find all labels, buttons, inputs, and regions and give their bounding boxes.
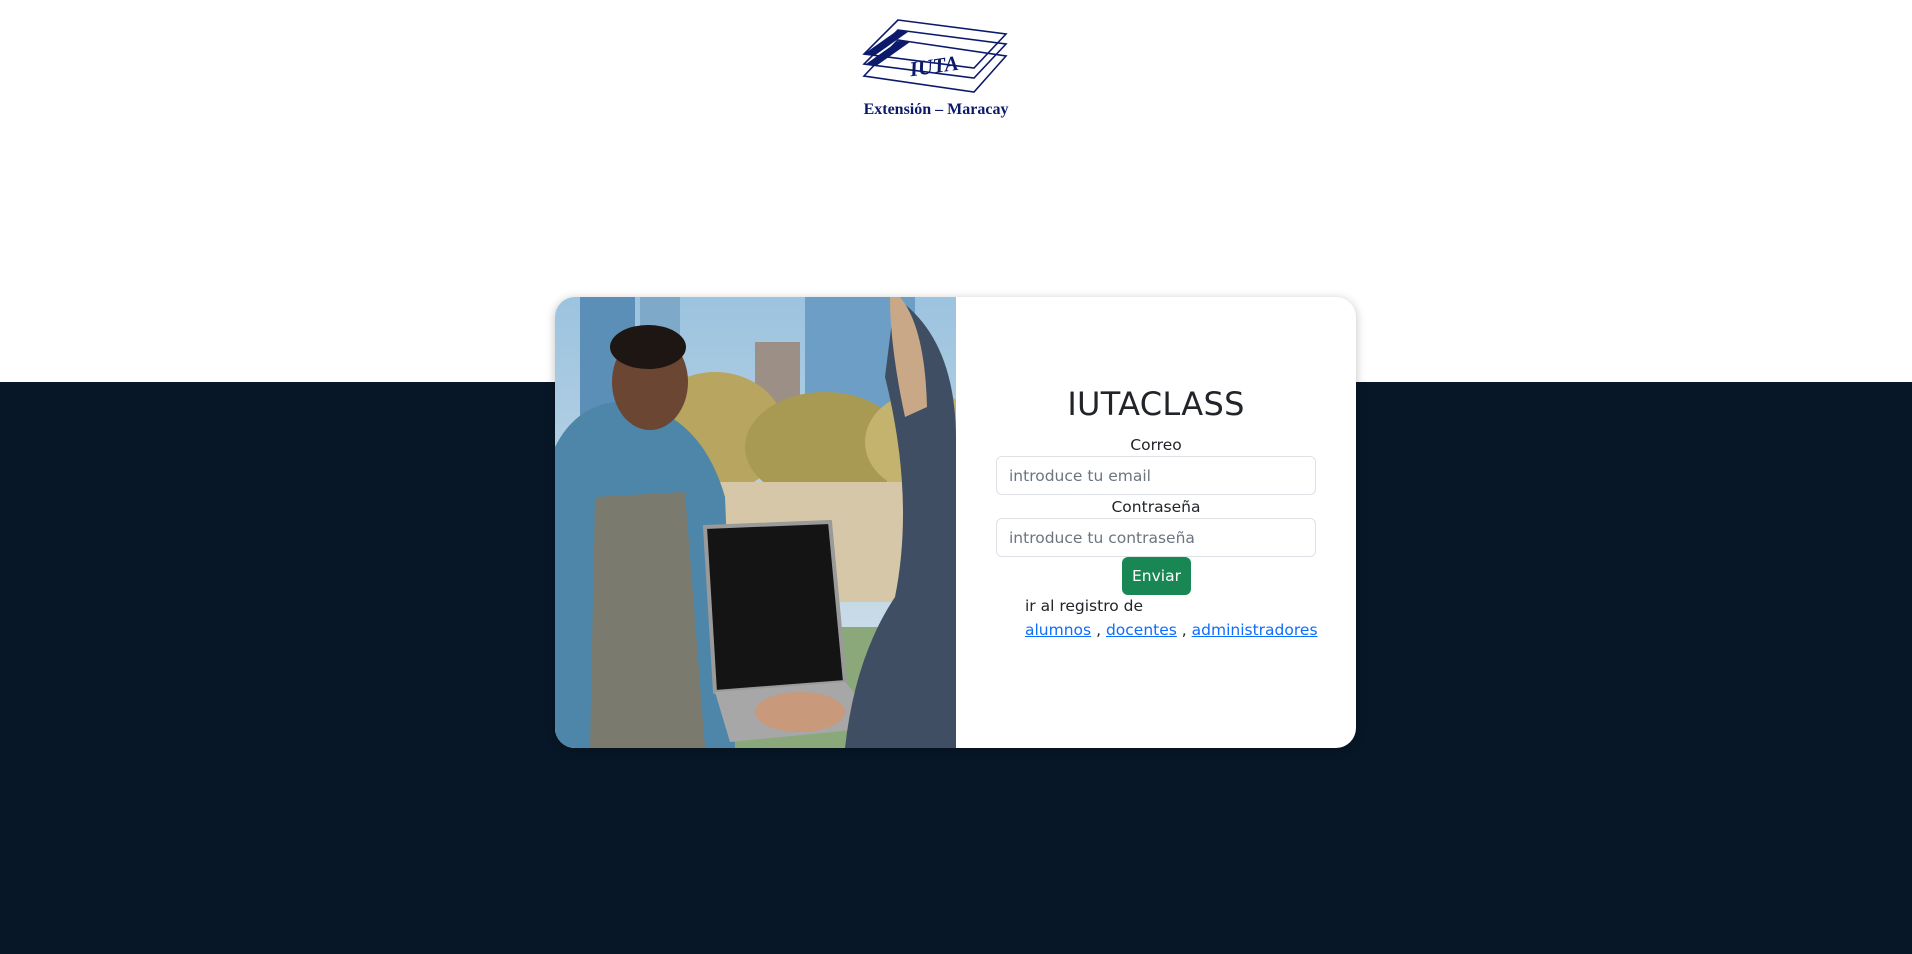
iuta-logo: IUTA Extensión – Maracay <box>856 16 1016 124</box>
register-text: ir al registro de <box>1025 597 1144 615</box>
link-separator: , <box>1181 621 1187 639</box>
password-label: Contraseña <box>1111 498 1201 516</box>
email-label: Correo <box>1130 436 1182 454</box>
iuta-logo-icon: IUTA <box>862 19 1008 93</box>
link-separator: , <box>1096 621 1101 639</box>
students-photo <box>555 297 956 748</box>
register-students-link[interactable]: alumnos <box>1025 621 1091 639</box>
login-form: IUTACLASS Correo Contraseña Enviar ir al… <box>956 297 1356 748</box>
password-field[interactable] <box>996 518 1316 557</box>
svg-text:IUTA: IUTA <box>907 51 960 82</box>
email-field[interactable] <box>996 456 1316 495</box>
page-title: IUTACLASS <box>1067 385 1245 423</box>
login-card: IUTACLASS Correo Contraseña Enviar ir al… <box>555 297 1356 748</box>
submit-button[interactable]: Enviar <box>1122 557 1191 595</box>
register-links: alumnos , docentes , administradores <box>1025 621 1318 639</box>
students-photo-image <box>555 297 956 748</box>
register-teachers-link[interactable]: docentes <box>1106 621 1177 639</box>
logo-caption: Extensión – Maracay <box>863 101 1009 118</box>
register-admins-link[interactable]: administradores <box>1192 621 1318 639</box>
